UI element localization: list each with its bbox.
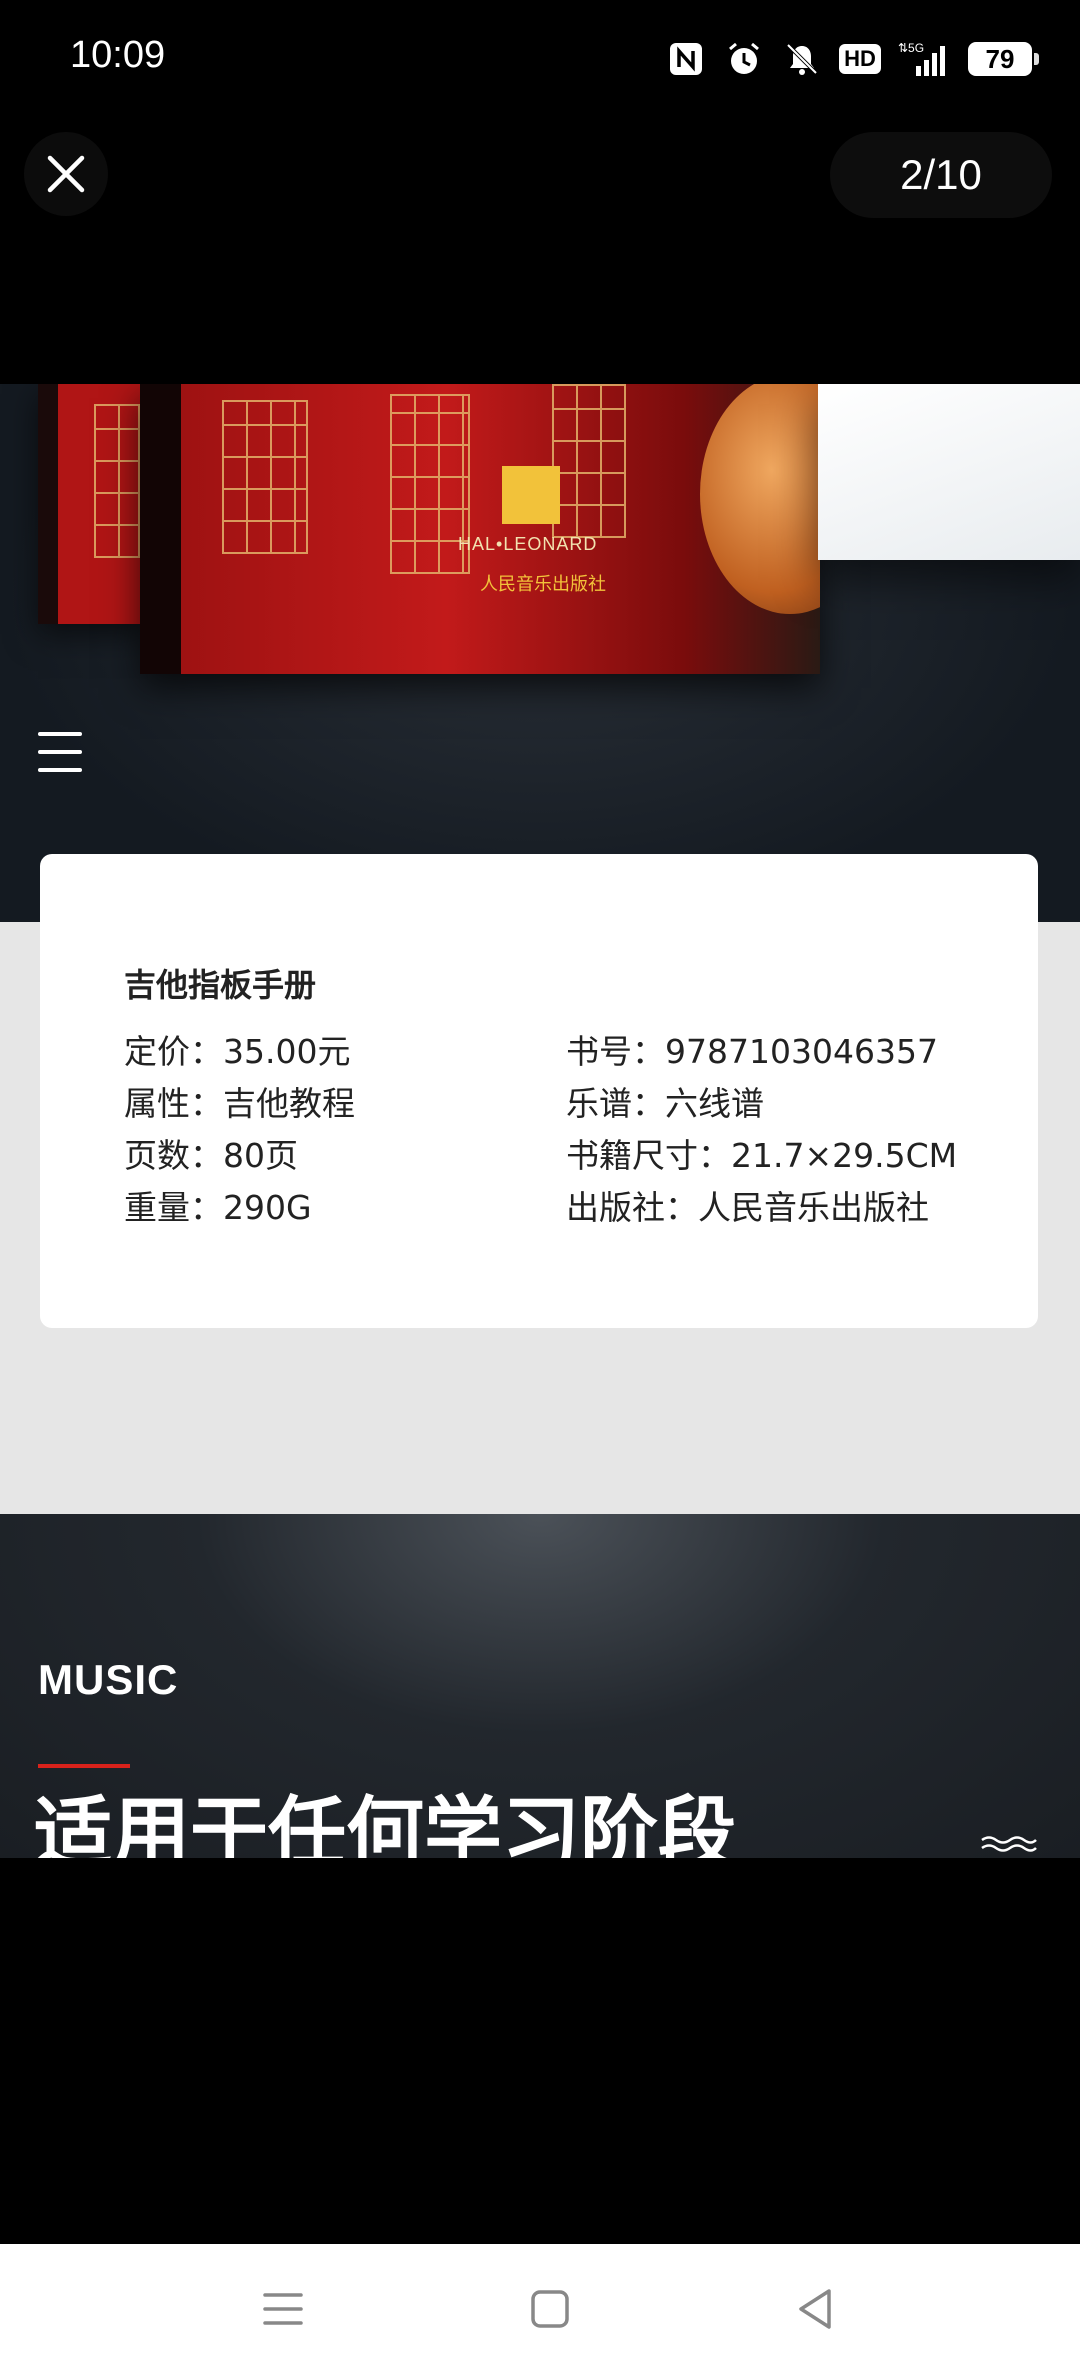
system-nav-bar bbox=[0, 2244, 1080, 2376]
menu-nav-icon[interactable] bbox=[248, 2274, 318, 2344]
close-icon bbox=[47, 155, 85, 193]
status-bar: 10:09 HD ⇅5G 79 bbox=[0, 0, 1080, 120]
accent-divider bbox=[38, 1764, 130, 1768]
product-image[interactable]: HAL•LEONARD 人民音乐出版社 吉他指板手册 定价：35.00元 属性：… bbox=[0, 384, 1080, 1858]
publisher-logo-text: 人民音乐出版社 bbox=[480, 574, 606, 595]
brand-text: HAL•LEONARD bbox=[458, 534, 598, 554]
status-time: 10:09 bbox=[70, 34, 166, 76]
image-counter: 2/10 bbox=[830, 132, 1052, 218]
svg-text:⇅5G: ⇅5G bbox=[898, 41, 924, 55]
size-row: 书籍尺寸：21.7×29.5CM bbox=[566, 1136, 958, 1175]
weight-row: 重量：290G bbox=[124, 1188, 312, 1227]
info-column-left: 定价：35.00元 属性：吉他教程 页数：80页 重量：290G bbox=[124, 1026, 355, 1234]
battery-icon: 79 bbox=[968, 42, 1039, 76]
mute-icon bbox=[782, 39, 822, 79]
section-label: MUSIC bbox=[38, 1656, 179, 1703]
notation-row: 乐谱：六线谱 bbox=[566, 1084, 764, 1123]
publisher-row: 出版社：人民音乐出版社 bbox=[566, 1188, 929, 1227]
hamburger-icon bbox=[38, 732, 82, 772]
price-row: 定价：35.00元 bbox=[124, 1032, 351, 1071]
category-row: 属性：吉他教程 bbox=[124, 1084, 355, 1123]
book-title: 吉他指板手册 bbox=[124, 966, 317, 1004]
pages-row: 页数：80页 bbox=[124, 1136, 298, 1175]
home-nav-icon[interactable] bbox=[515, 2274, 585, 2344]
alarm-icon bbox=[724, 39, 764, 79]
section-headline: 适用于任何学习阶段 bbox=[34, 1789, 737, 1858]
close-button[interactable] bbox=[24, 132, 108, 216]
info-column-right: 书号：9787103046357 乐谱：六线谱 书籍尺寸：21.7×29.5CM… bbox=[566, 1026, 957, 1234]
book-box-white bbox=[818, 384, 1080, 560]
hd-icon: HD bbox=[839, 39, 881, 79]
5g-signal-icon: ⇅5G bbox=[898, 39, 950, 79]
wave-icon bbox=[981, 1836, 1037, 1852]
book-info-card: 吉他指板手册 定价：35.00元 属性：吉他教程 页数：80页 重量：290G … bbox=[40, 854, 1038, 1328]
nfc-icon bbox=[666, 39, 706, 79]
hal-leonard-logo bbox=[502, 466, 560, 524]
book-box-front: HAL•LEONARD 人民音乐出版社 bbox=[140, 384, 820, 674]
book-hero-image: HAL•LEONARD 人民音乐出版社 bbox=[0, 384, 1080, 922]
back-nav-icon[interactable] bbox=[780, 2274, 850, 2344]
book-box-back bbox=[38, 384, 148, 624]
isbn-row: 书号：9787103046357 bbox=[566, 1032, 938, 1071]
status-icons: HD ⇅5G 79 bbox=[666, 34, 1039, 84]
